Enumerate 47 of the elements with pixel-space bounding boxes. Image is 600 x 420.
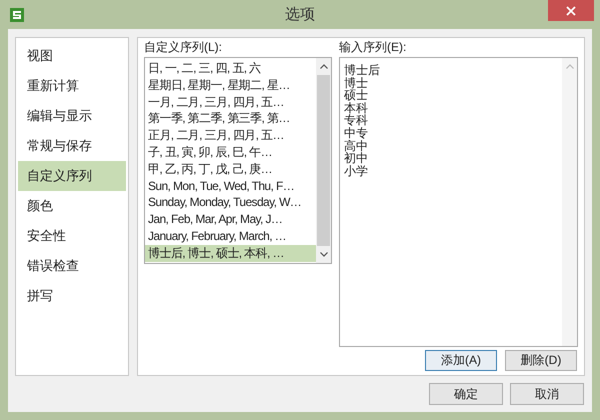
sidebar-item[interactable]: 编辑与显示 xyxy=(18,101,126,131)
scroll-up-icon xyxy=(566,64,574,69)
input-list-field[interactable]: 博士后 博士 硕士 本科 专科 中专 高中 初中 小学 xyxy=(339,57,578,347)
list-item[interactable]: 星期日, 星期一, 星期二, 星… xyxy=(145,76,316,94)
list-item[interactable]: January, February, March, … xyxy=(145,228,316,245)
sidebar-item[interactable]: 拼写 xyxy=(18,281,126,311)
list-item[interactable]: 正月, 二月, 三月, 四月, 五… xyxy=(145,127,316,144)
input-line: 高中 xyxy=(344,140,369,152)
input-line: 博士 xyxy=(344,76,369,90)
close-icon xyxy=(566,6,576,16)
list-item[interactable]: 子, 丑, 寅, 卯, 辰, 巳, 午… xyxy=(145,144,316,161)
window-title: 选项 xyxy=(285,5,315,24)
ok-button[interactable]: 确定 xyxy=(429,383,503,405)
input-line: 小学 xyxy=(344,164,369,178)
input-line: 博士后 xyxy=(344,64,381,77)
list-item[interactable]: Sunday, Monday, Tuesday, W… xyxy=(145,194,316,212)
custom-lists-label: 自定义序列(L): xyxy=(144,40,223,56)
list-item[interactable]: 日, 一, 二, 三, 四, 五, 六 xyxy=(145,60,316,77)
input-list-label: 输入序列(E): xyxy=(339,40,408,56)
sidebar-item[interactable]: 重新计算 xyxy=(18,71,126,101)
list-item[interactable]: 第一季, 第二季, 第三季, 第… xyxy=(145,110,316,128)
delete-button[interactable]: 删除(D) xyxy=(505,350,577,371)
sidebar-item[interactable]: 颜色 xyxy=(18,191,126,221)
add-button[interactable]: 添加(A) xyxy=(425,350,497,371)
list-item[interactable]: Jan, Feb, Mar, Apr, May, J… xyxy=(145,211,316,228)
app-icon xyxy=(10,8,24,22)
list-item[interactable]: 一月, 二月, 三月, 四月, 五… xyxy=(145,94,316,110)
scrollbar-thumb[interactable] xyxy=(317,75,330,246)
sidebar-item[interactable]: 自定义序列 xyxy=(18,161,126,191)
input-line: 初中 xyxy=(344,152,369,165)
list-item[interactable]: 博士后, 博士, 硕士, 本科, … xyxy=(145,244,316,262)
input-line: 本科 xyxy=(344,102,369,114)
input-line: 硕士 xyxy=(344,89,369,102)
sidebar-item[interactable]: 常规与保存 xyxy=(18,131,126,161)
sidebar-item[interactable]: 错误检查 xyxy=(18,251,126,281)
input-line: 中专 xyxy=(344,126,369,140)
scrollbar[interactable] xyxy=(316,58,331,263)
cancel-button[interactable]: 取消 xyxy=(510,383,584,405)
scroll-down-icon[interactable] xyxy=(320,252,328,257)
sidebar-item[interactable]: 视图 xyxy=(18,41,126,71)
sidebar-item[interactable]: 安全性 xyxy=(18,221,126,251)
close-button[interactable] xyxy=(548,0,594,21)
list-item[interactable]: 甲, 乙, 丙, 丁, 戊, 己, 庚… xyxy=(145,160,316,178)
input-line: 专科 xyxy=(344,114,369,127)
list-item[interactable]: Sun, Mon, Tue, Wed, Thu, F… xyxy=(145,178,316,194)
scroll-up-icon[interactable] xyxy=(320,64,328,69)
custom-lists-box[interactable] xyxy=(144,57,332,264)
